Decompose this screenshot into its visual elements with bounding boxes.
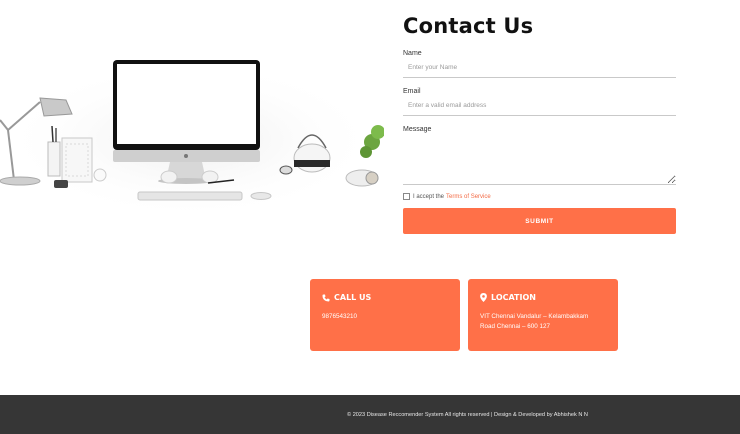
terms-text: I accept the <box>413 193 445 200</box>
page-title: Contact Us <box>403 14 534 38</box>
location-card: LOCATION VIT Chennai Vandalur – Kelambak… <box>468 279 618 351</box>
location-line-2: Road Chennai – 600 127 <box>480 323 551 330</box>
location-title: LOCATION <box>491 293 536 302</box>
call-us-title: CALL US <box>334 293 372 302</box>
location-address: VIT Chennai Vandalur – Kelambakkam Road … <box>480 312 606 332</box>
location-heading: LOCATION <box>480 293 606 302</box>
terms-link[interactable]: Terms of Service <box>446 194 491 200</box>
footer-copyright: © 2023 Disease Reccomender System All ri… <box>347 411 588 418</box>
location-line-1: VIT Chennai Vandalur – Kelambakkam <box>480 313 589 320</box>
terms-row: I accept the Terms of Service <box>403 193 676 200</box>
call-us-card: CALL US 9876543210 <box>310 279 460 351</box>
call-us-heading: CALL US <box>322 293 448 302</box>
message-textarea[interactable] <box>403 137 676 185</box>
submit-button[interactable]: SUBMIT <box>403 208 676 234</box>
message-label: Message <box>403 126 432 133</box>
name-input[interactable] <box>403 61 676 78</box>
email-input[interactable] <box>403 99 676 116</box>
email-label: Email <box>403 88 421 95</box>
name-label: Name <box>403 50 422 57</box>
phone-icon <box>322 294 330 301</box>
footer: © 2023 Disease Reccomender System All ri… <box>0 395 740 434</box>
contact-form: Contact Us Name Email Message I accept t… <box>403 14 676 234</box>
call-us-phone: 9876543210 <box>322 313 358 320</box>
map-pin-icon <box>480 293 487 302</box>
desk-illustration <box>0 60 384 220</box>
terms-checkbox[interactable] <box>403 193 410 200</box>
